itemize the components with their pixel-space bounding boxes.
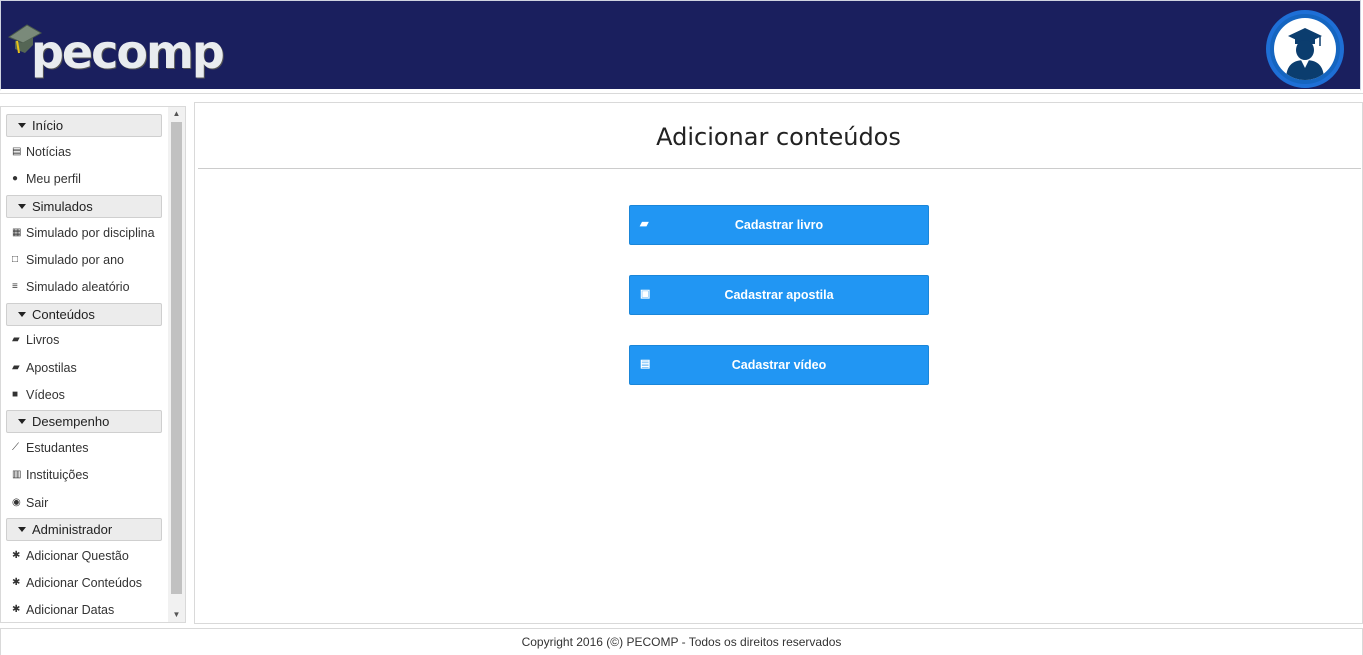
sidebar-item-apostilas[interactable]: ▰ Apostilas	[12, 359, 77, 377]
sidebar-group-simulados[interactable]: Simulados	[6, 195, 162, 218]
sidebar-item-label: Adicionar Questão	[26, 549, 129, 563]
scroll-up-arrow-icon[interactable]: ▲	[168, 107, 185, 121]
sidebar-item-simulado-por-ano[interactable]: □ Simulado por ano	[12, 251, 124, 269]
sidebar-item-noticias[interactable]: ▤ Notícias	[12, 143, 71, 161]
page-footer: Copyright 2016 (©) PECOMP - Todos os dir…	[0, 628, 1363, 655]
sidebar-group-label: Administrador	[32, 522, 113, 537]
sidebar-item-label: Notícias	[26, 145, 72, 159]
sidebar-item-label: Estudantes	[26, 441, 89, 455]
sidebar-item-label: Sair	[26, 496, 49, 510]
sidebar-group-desempenho[interactable]: Desempenho	[6, 410, 162, 433]
button-label: Cadastrar livro	[734, 218, 824, 232]
sidebar-item-sair[interactable]: ◉ Sair	[12, 494, 48, 512]
sidebar-item-videos[interactable]: ■ Vídeos	[12, 386, 65, 404]
list-icon: ≡	[12, 281, 18, 292]
gear-icon: ✱	[12, 577, 21, 588]
sidebar-item-label: Apostilas	[26, 361, 77, 375]
user-icon: ●	[12, 173, 19, 184]
exit-icon: ◉	[12, 497, 21, 508]
main-content: Adicionar conteúdos ▰ Cadastrar livro ▣ …	[194, 102, 1363, 624]
pecomp-logo[interactable]: pecomp	[7, 21, 225, 81]
sidebar-item-adicionar-conteudos[interactable]: ✱ Adicionar Conteúdos	[12, 574, 142, 592]
bar-chart-icon: ▥	[12, 469, 22, 480]
button-label: Cadastrar vídeo	[731, 358, 827, 372]
scroll-down-arrow-icon[interactable]: ▼	[168, 608, 185, 622]
sidebar-item-label: Vídeos	[26, 388, 65, 402]
newspaper-icon: ▤	[12, 146, 22, 157]
sidebar-item-estudantes[interactable]: ⟋ Estudantes	[12, 439, 89, 457]
sidebar-item-label: Instituições	[26, 468, 89, 482]
sidebar-item-instituicoes[interactable]: ▥ Instituições	[12, 466, 89, 484]
gear-icon: ✱	[12, 604, 21, 615]
sidebar-group-inicio[interactable]: Início	[6, 114, 162, 137]
book-icon: ▰	[12, 334, 20, 345]
book-icon: ▰	[12, 362, 20, 373]
sidebar-group-label: Desempenho	[32, 414, 110, 429]
sidebar-item-label: Adicionar Conteúdos	[26, 576, 143, 590]
sidebar-item-label: Simulado aleatório	[26, 280, 130, 294]
page-title: Adicionar conteúdos	[656, 123, 901, 151]
sidebar-item-adicionar-datas[interactable]: ✱ Adicionar Datas	[12, 601, 114, 619]
calendar-icon: □	[12, 254, 19, 265]
caret-down-icon	[18, 527, 26, 533]
graduate-avatar-icon	[1274, 18, 1336, 80]
sidebar-group-label: Início	[32, 118, 64, 133]
sidebar-item-label: Adicionar Datas	[26, 603, 115, 617]
sidebar-item-meu-perfil[interactable]: ● Meu perfil	[12, 170, 81, 188]
sidebar-item-label: Simulado por ano	[26, 253, 124, 267]
caret-down-icon	[18, 204, 26, 210]
title-divider	[198, 168, 1361, 169]
caret-down-icon	[18, 123, 26, 129]
scrollbar-thumb[interactable]	[171, 122, 182, 594]
sidebar-item-simulado-aleatorio[interactable]: ≡ Simulado aleatório	[12, 278, 130, 296]
video-camera-icon: ■	[12, 389, 19, 400]
sidebar-menu: ▲ ▼ Início ▤ Notícias ● Meu perfil Simulad…	[0, 106, 186, 623]
gear-icon: ✱	[12, 550, 21, 561]
caret-down-icon	[18, 312, 26, 318]
sidebar-item-simulado-por-disciplina[interactable]: ▦ Simulado por disciplina	[12, 224, 155, 242]
sidebar-item-label: Meu perfil	[26, 172, 81, 186]
cadastrar-apostila-button[interactable]: ▣ Cadastrar apostila	[629, 275, 929, 315]
sidebar-scrollbar[interactable]: ▲ ▼	[168, 107, 185, 622]
sidebar-item-livros[interactable]: ▰ Livros	[12, 331, 59, 349]
sidebar-group-conteudos[interactable]: Conteúdos	[6, 303, 162, 326]
table-icon: ▦	[12, 227, 22, 238]
header-divider	[0, 93, 1363, 94]
sidebar-group-administrador[interactable]: Administrador	[6, 518, 162, 541]
line-chart-icon: ⟋	[12, 442, 19, 453]
cadastrar-video-button[interactable]: ▤ Cadastrar vídeo	[629, 345, 929, 385]
caret-down-icon	[18, 419, 26, 425]
button-label: Cadastrar apostila	[724, 288, 834, 302]
user-avatar[interactable]	[1266, 10, 1344, 88]
copyright-text: Copyright 2016 (©) PECOMP - Todos os dir…	[521, 635, 842, 649]
sidebar-item-label: Simulado por disciplina	[26, 226, 155, 240]
cadastrar-livro-button[interactable]: ▰ Cadastrar livro	[629, 205, 929, 245]
sidebar-group-label: Conteúdos	[32, 307, 95, 322]
app-header: pecomp	[0, 0, 1361, 91]
sidebar-group-label: Simulados	[32, 199, 93, 214]
logo-text: pecomp	[31, 25, 225, 79]
sidebar-item-adicionar-questao[interactable]: ✱ Adicionar Questão	[12, 547, 129, 565]
sidebar-item-label: Livros	[26, 333, 60, 347]
